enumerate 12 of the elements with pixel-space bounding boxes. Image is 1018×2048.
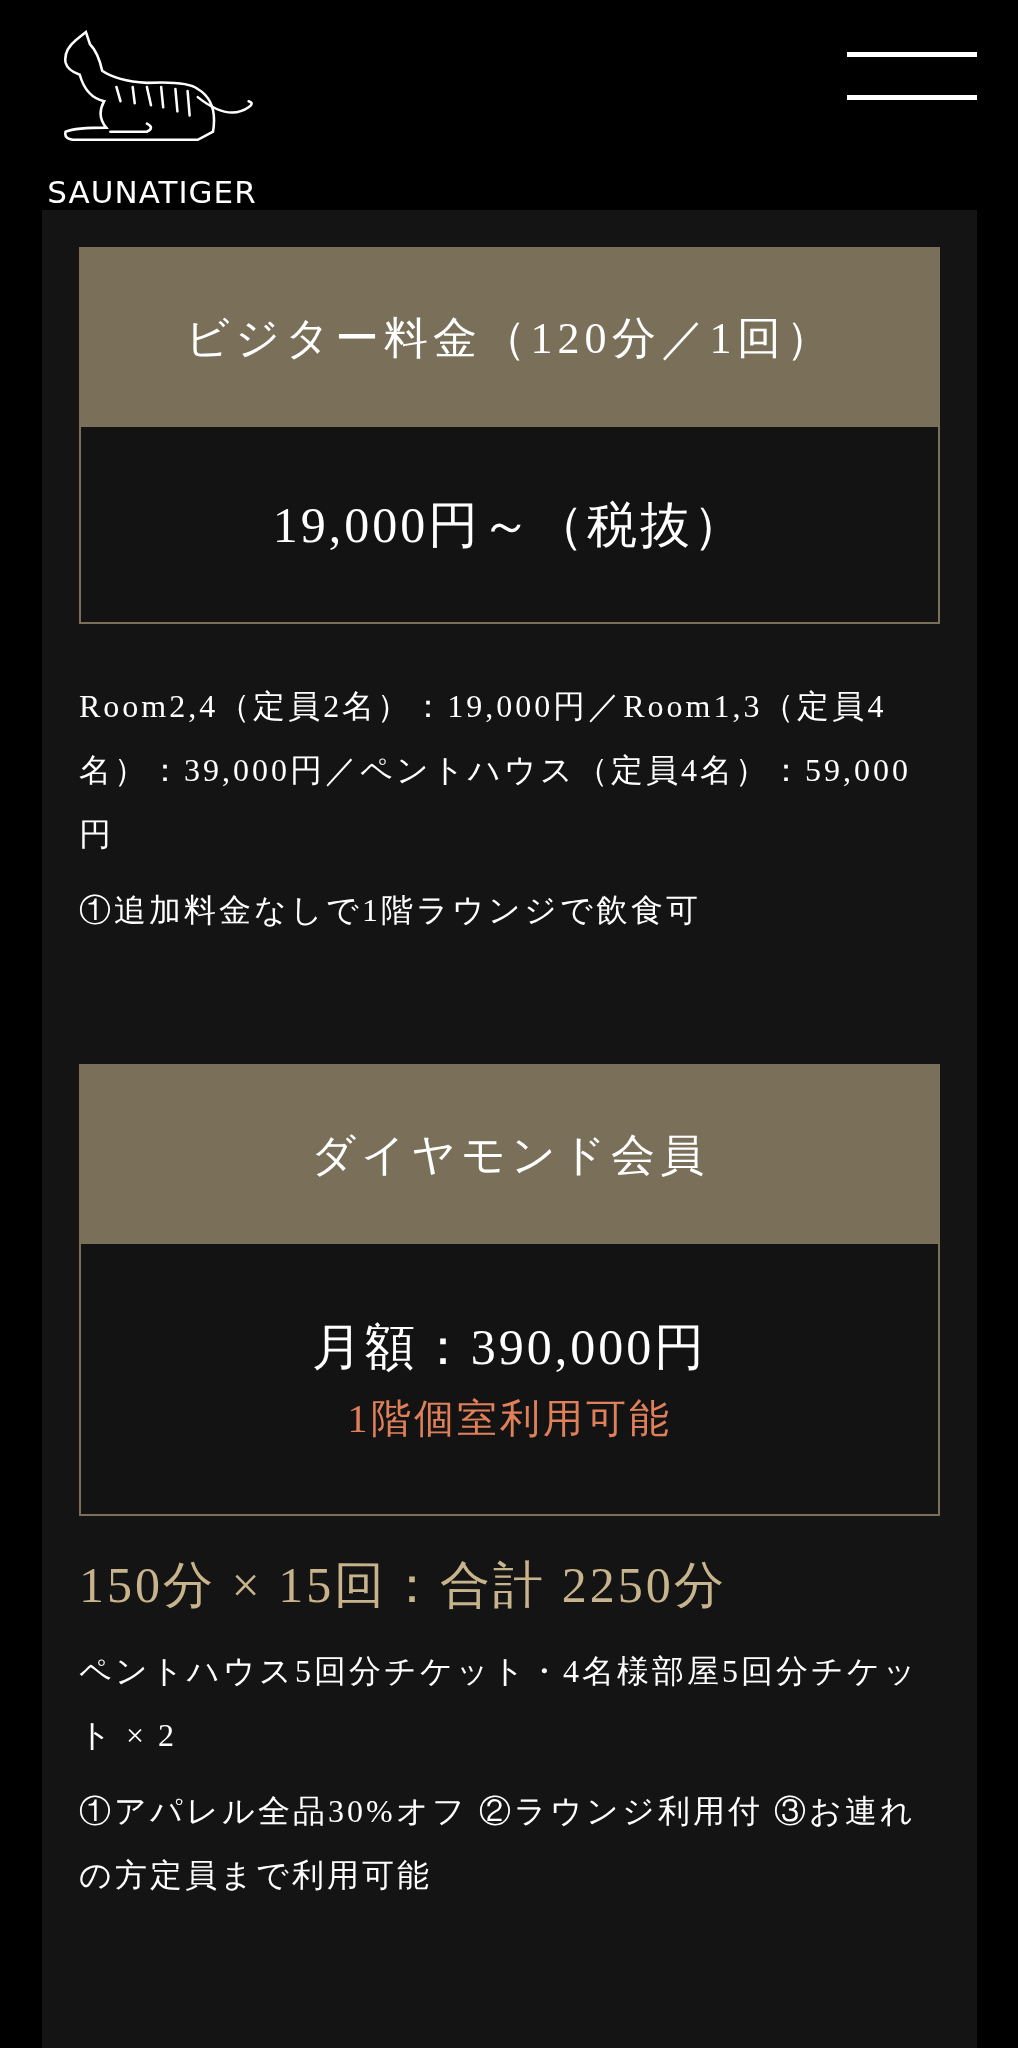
menu-button[interactable] <box>847 52 977 100</box>
logo-text: SAUNATIGER <box>47 174 257 210</box>
plan-note: ペントハウス5回分チケット・4名様部屋5回分チケット × 2 <box>79 1652 920 1755</box>
plan-feature: 1階個室利用可能 <box>347 1395 672 1443</box>
plan-title: ビジター料金（120分／1回） <box>81 249 938 427</box>
plan-summary: 150分 × 15回：合計 2250分 <box>79 1556 728 1615</box>
plan-price: 月額：390,000円 <box>311 1318 708 1377</box>
plan-note: ①アパレル全品30%オフ ②ラウンジ利用付 ③お連れの方定員まで利用可能 <box>79 1792 917 1895</box>
plan-note: ①追加料金なしで1階ラウンジで飲食可 <box>79 891 702 930</box>
plan-note: Room2,4（定員2名）：19,000円／Room1,3（定員4名）：39,000円／ペントハウス（定員4名）：59,000円 <box>79 687 912 854</box>
plan-price: 19,000円～（税抜） <box>272 495 747 555</box>
plan-title: ダイヤモンド会員 <box>81 1066 938 1244</box>
